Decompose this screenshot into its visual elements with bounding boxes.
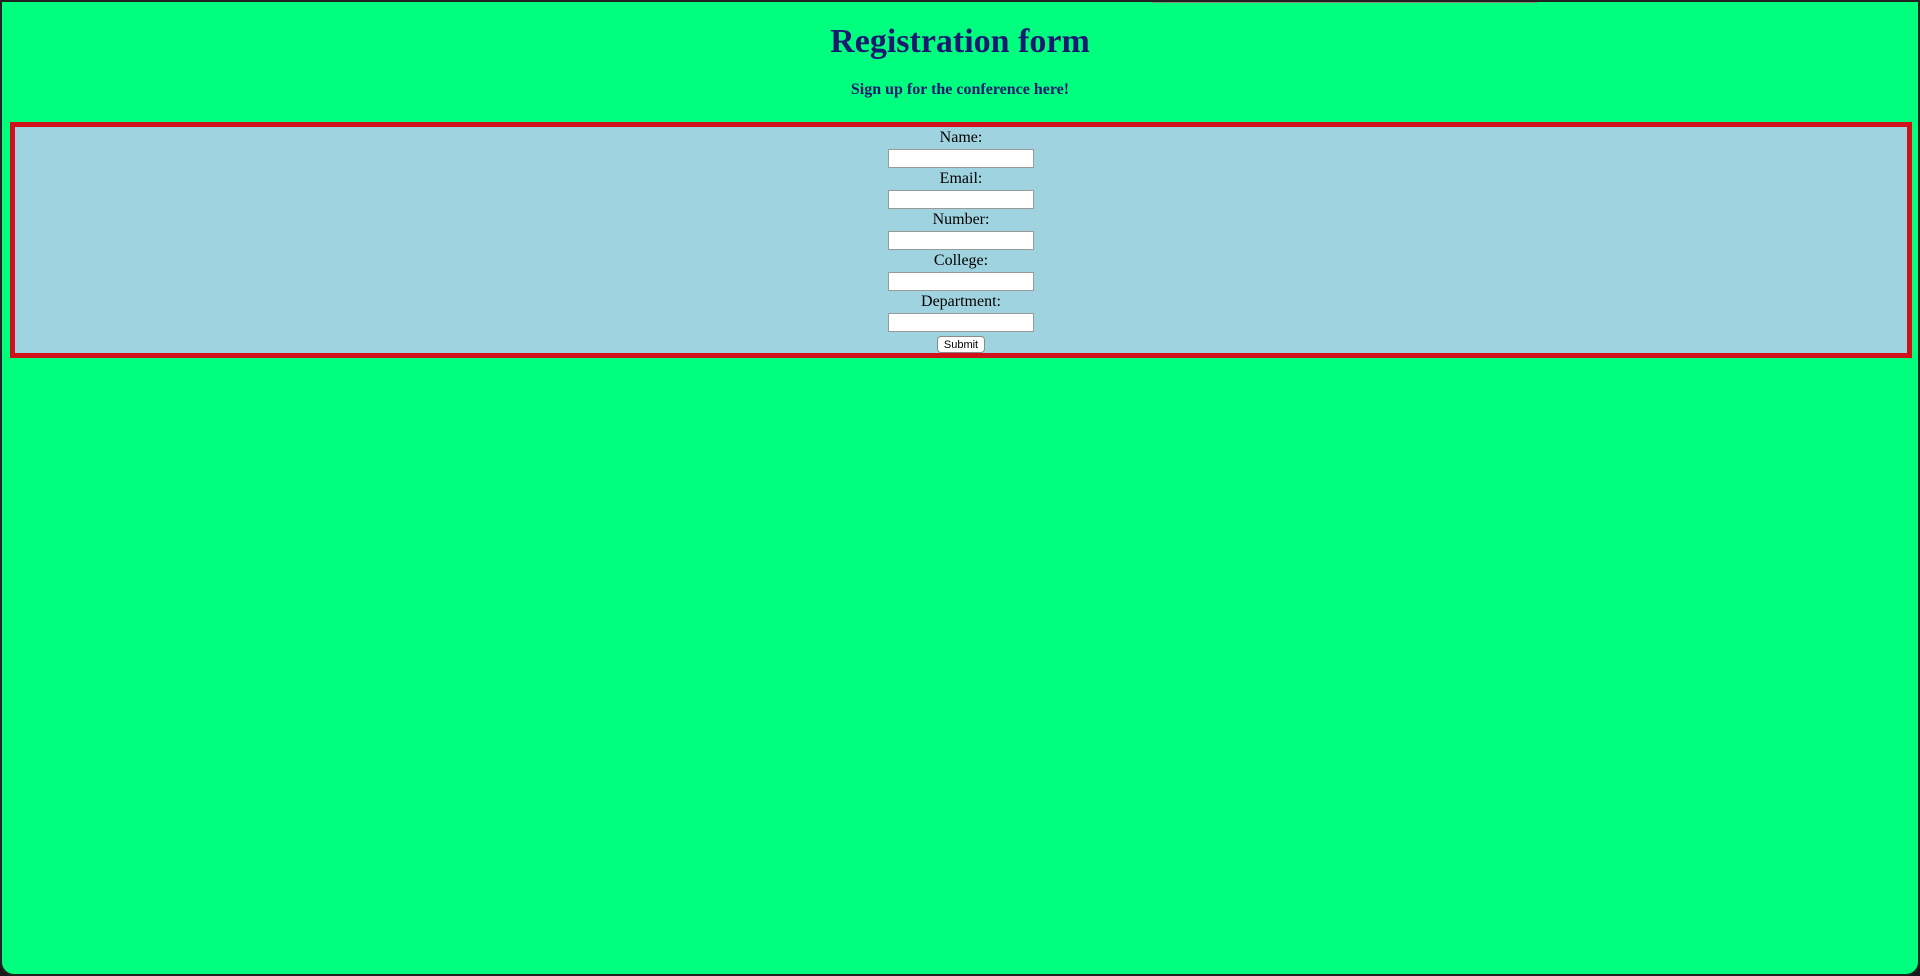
top-edge-highlight: [1152, 2, 1537, 3]
number-input[interactable]: [888, 231, 1034, 250]
department-field-group: Department:: [15, 293, 1907, 334]
department-label: Department:: [921, 293, 1001, 310]
page-title: Registration form: [830, 23, 1090, 60]
college-field-group: College:: [15, 252, 1907, 293]
registration-form: Name: Email: Number: College: Department…: [10, 122, 1912, 358]
browser-viewport: Registration form Sign up for the confer…: [0, 0, 1920, 976]
page-subtitle: Sign up for the conference here!: [850, 81, 1070, 98]
name-input[interactable]: [888, 149, 1034, 168]
number-field-group: Number:: [15, 211, 1907, 252]
name-label: Name:: [939, 129, 983, 146]
college-input[interactable]: [888, 272, 1034, 291]
submit-button[interactable]: Submit: [936, 336, 986, 353]
email-input[interactable]: [888, 190, 1034, 209]
number-label: Number:: [932, 211, 990, 228]
email-field-group: Email:: [15, 170, 1907, 211]
name-field-group: Name:: [15, 129, 1907, 170]
email-label: Email:: [939, 170, 983, 187]
college-label: College:: [933, 252, 989, 269]
department-input[interactable]: [888, 313, 1034, 332]
